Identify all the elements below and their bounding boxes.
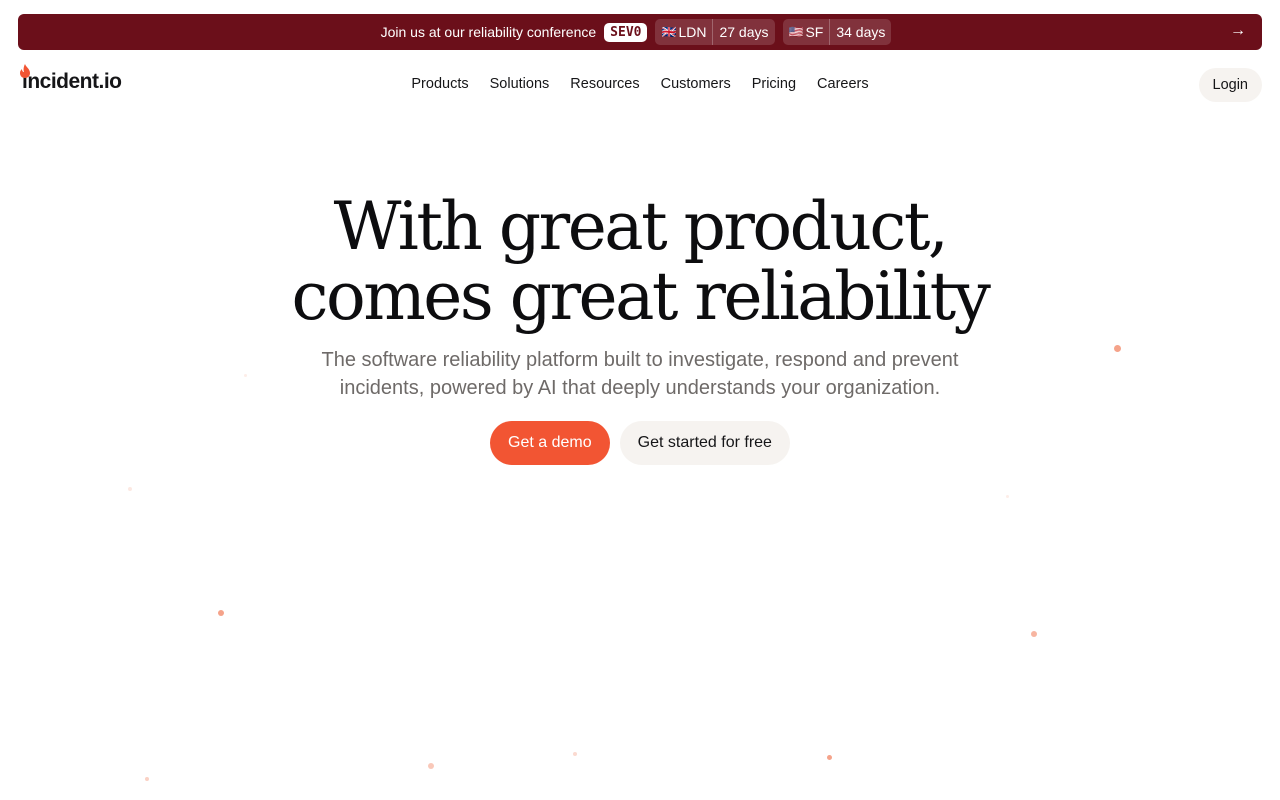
sev0-badge: SEV0 — [604, 22, 648, 42]
nav-careers[interactable]: Careers — [807, 76, 880, 92]
us-flag-icon: 🇺🇸 — [788, 25, 804, 39]
uk-flag-icon: 🇬🇧 — [661, 25, 677, 39]
get-demo-button[interactable]: Get a demo — [490, 421, 610, 465]
decorative-dot — [1114, 345, 1121, 352]
decorative-dot — [145, 777, 149, 781]
main-nav: Products Solutions Resources Customers P… — [0, 76, 1280, 92]
event-city: SF — [805, 24, 824, 40]
conference-banner[interactable]: Join us at our reliability conference SE… — [18, 14, 1262, 50]
decorative-dot — [428, 763, 434, 769]
event-countdown: 27 days — [712, 19, 774, 45]
get-started-free-button[interactable]: Get started for free — [619, 421, 790, 465]
decorative-dot — [218, 610, 224, 616]
decorative-dot — [573, 752, 577, 756]
arrow-right-icon[interactable]: → — [1230, 22, 1246, 40]
decorative-dot — [244, 374, 247, 377]
decorative-dot — [1031, 631, 1037, 637]
event-chip-sf: 🇺🇸 SF 34 days — [782, 19, 892, 45]
decorative-dot — [827, 755, 832, 760]
event-city: LDN — [678, 24, 707, 40]
event-countdown: 34 days — [829, 19, 891, 45]
nav-pricing[interactable]: Pricing — [741, 76, 806, 92]
nav-products[interactable]: Products — [401, 76, 479, 92]
decorative-dot — [1006, 495, 1009, 498]
nav-solutions[interactable]: Solutions — [479, 76, 560, 92]
banner-text: Join us at our reliability conference — [380, 24, 597, 40]
hero-subtitle: The software reliability platform built … — [321, 349, 959, 399]
hero-cta-group: Get a demo Get started for free — [0, 421, 1280, 465]
login-button[interactable]: Login — [1198, 68, 1262, 102]
hero-title-line1: With great product, — [333, 188, 949, 265]
decorative-dot — [128, 487, 132, 491]
event-chip-ldn: 🇬🇧 LDN 27 days — [655, 19, 775, 45]
hero-title: With great product, comes great reliabil… — [0, 192, 1280, 332]
nav-customers[interactable]: Customers — [650, 76, 741, 92]
hero-title-line2: comes great reliability — [291, 258, 991, 335]
nav-resources[interactable]: Resources — [560, 76, 650, 92]
